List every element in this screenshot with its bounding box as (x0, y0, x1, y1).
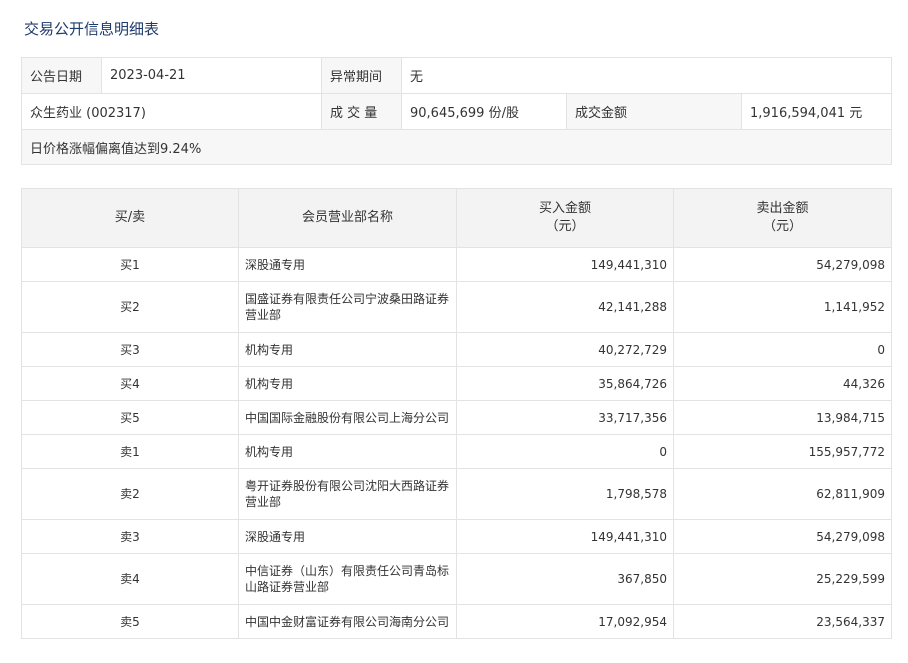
table-row: 卖3 深股通专用 149,441,310 54,279,098 (21, 519, 892, 554)
table-row: 卖2 粤开证券股份有限公司沈阳大西路证券营业部 1,798,578 62,811… (21, 468, 892, 520)
row-dept: 中国国际金融股份有限公司上海分公司 (238, 400, 457, 435)
row-dept: 中信证券（山东）有限责任公司青岛标山路证券营业部 (238, 553, 457, 605)
volume-value: 90,645,699 份/股 (401, 93, 567, 130)
header-buy-line1: 买入金额 (538, 201, 591, 216)
amount-value: 1,916,594,041 元 (740, 93, 893, 130)
row-dept: 粤开证券股份有限公司沈阳大西路证券营业部 (238, 468, 457, 520)
abnormal-period-value: 无 (400, 57, 893, 94)
abnormal-period-label: 异常期间 (321, 57, 402, 94)
row-sell: 25,229,599 (673, 553, 892, 605)
row-side: 买1 (21, 247, 239, 282)
announce-date-label: 公告日期 (21, 57, 102, 94)
table-row: 卖5 中国中金财富证券有限公司海南分公司 17,092,954 23,564,3… (21, 604, 892, 639)
header-buy-amount: 买入金额 （元） (456, 188, 674, 248)
trade-detail-table: 买/卖 会员营业部名称 买入金额 （元） 卖出金额 （元） 买1 深股通专用 1… (21, 188, 892, 639)
row-dept: 国盛证券有限责任公司宁波桑田路证券营业部 (238, 281, 457, 333)
row-sell: 155,957,772 (673, 434, 892, 469)
row-buy: 33,717,356 (456, 400, 674, 435)
header-dept: 会员营业部名称 (238, 188, 457, 248)
row-sell: 13,984,715 (673, 400, 892, 435)
row-dept: 机构专用 (238, 366, 457, 401)
row-dept: 机构专用 (238, 434, 457, 469)
header-sell-amount: 卖出金额 （元） (673, 188, 892, 248)
row-dept: 中国中金财富证券有限公司海南分公司 (238, 604, 457, 639)
row-side: 买4 (21, 366, 239, 401)
table-row: 卖1 机构专用 0 155,957,772 (21, 434, 892, 469)
row-dept: 深股通专用 (238, 519, 457, 554)
row-sell: 1,141,952 (673, 281, 892, 333)
row-buy: 149,441,310 (456, 247, 674, 282)
header-sell-line1: 卖出金额 (756, 201, 809, 216)
table-row: 买4 机构专用 35,864,726 44,326 (21, 366, 892, 401)
header-sell-line2: （元） (762, 219, 802, 234)
row-sell: 54,279,098 (673, 247, 892, 282)
row-side: 买3 (21, 332, 239, 367)
row-side: 卖2 (21, 468, 239, 520)
stock-name: 众生药业 (002317) (21, 93, 322, 130)
header-side: 买/卖 (21, 188, 239, 248)
row-sell: 0 (673, 332, 892, 367)
amount-label: 成交金额 (566, 93, 742, 130)
row-dept: 深股通专用 (238, 247, 457, 282)
row-buy: 17,092,954 (456, 604, 674, 639)
row-side: 卖5 (21, 604, 239, 639)
row-side: 卖4 (21, 553, 239, 605)
deviation-notice: 日价格涨幅偏离值达到9.24% (20, 129, 893, 165)
header-buy-line2: （元） (545, 219, 585, 234)
row-buy: 42,141,288 (456, 281, 674, 333)
row-buy: 149,441,310 (456, 519, 674, 554)
row-sell: 23,564,337 (673, 604, 892, 639)
row-sell: 44,326 (673, 366, 892, 401)
row-buy: 367,850 (456, 553, 674, 605)
table-row: 买5 中国国际金融股份有限公司上海分公司 33,717,356 13,984,7… (21, 400, 892, 435)
row-dept: 机构专用 (238, 332, 457, 367)
announce-date-value: 2023-04-21 (101, 57, 322, 94)
row-buy: 40,272,729 (456, 332, 674, 367)
row-buy: 35,864,726 (456, 366, 674, 401)
row-side: 卖3 (21, 519, 239, 554)
row-sell: 54,279,098 (673, 519, 892, 554)
page-title: 交易公开信息明细表 (24, 20, 160, 38)
volume-label: 成 交 量 (321, 93, 402, 130)
table-row: 卖4 中信证券（山东）有限责任公司青岛标山路证券营业部 367,850 25,2… (21, 553, 892, 605)
table-row: 买1 深股通专用 149,441,310 54,279,098 (21, 247, 892, 282)
row-buy: 1,798,578 (456, 468, 674, 520)
row-side: 买2 (21, 281, 239, 333)
info-table: 公告日期 2023-04-21 异常期间 无 众生药业 (002317) 成 交… (20, 57, 893, 165)
row-side: 卖1 (21, 434, 239, 469)
table-row: 买3 机构专用 40,272,729 0 (21, 332, 892, 367)
row-side: 买5 (21, 400, 239, 435)
table-row: 买2 国盛证券有限责任公司宁波桑田路证券营业部 42,141,288 1,141… (21, 281, 892, 333)
row-sell: 62,811,909 (673, 468, 892, 520)
row-buy: 0 (456, 434, 674, 469)
